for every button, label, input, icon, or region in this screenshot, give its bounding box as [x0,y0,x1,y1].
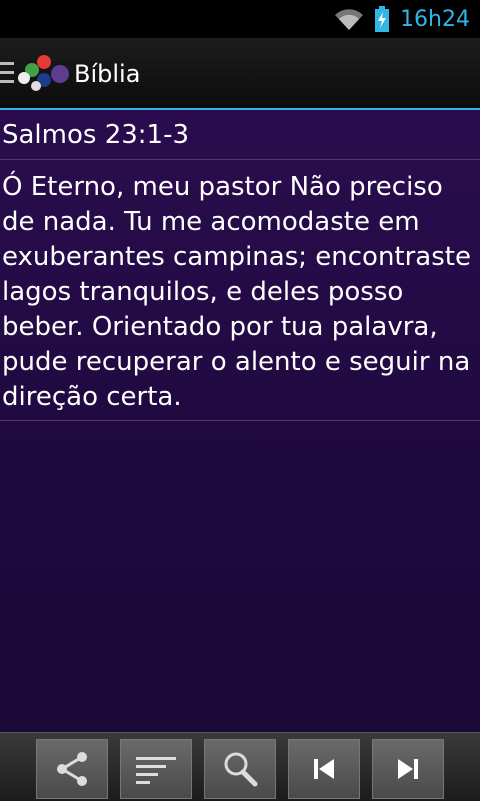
app-logo-icon[interactable] [16,54,70,94]
next-button[interactable] [372,739,444,799]
bottom-toolbar [0,732,480,801]
previous-button[interactable] [288,739,360,799]
search-icon [224,752,258,787]
verse-reference[interactable]: Salmos 23:1-3 [2,120,189,150]
status-bar: 16h24 [0,0,480,38]
divider [0,420,480,421]
sort-icon [136,757,176,784]
drawer-menu-icon[interactable] [0,62,14,84]
skip-previous-icon [314,759,334,779]
verse-content: Salmos 23:1-3 Ó Eterno, meu pastor Não p… [0,110,480,732]
search-button[interactable] [204,739,276,799]
action-bar: Bíblia [0,38,480,110]
wifi-icon [335,9,364,30]
battery-charging-icon [375,6,390,32]
clock: 16h24 [400,6,470,32]
skip-next-icon [398,759,418,779]
app-title: Bíblia [74,60,141,88]
share-button[interactable] [36,739,108,799]
divider [0,159,480,160]
sort-button[interactable] [120,739,192,799]
verse-text[interactable]: Ó Eterno, meu pastor Não preciso de nada… [2,170,478,415]
share-icon [57,752,87,786]
